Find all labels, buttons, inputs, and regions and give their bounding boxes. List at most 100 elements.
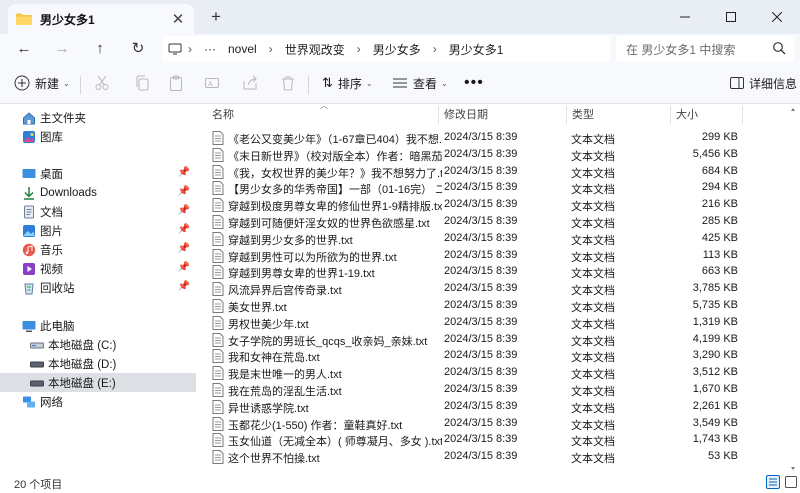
folder-icon — [16, 13, 32, 25]
overflow-crumbs-button[interactable]: ··· — [204, 42, 216, 56]
pin-icon[interactable]: 📌 — [178, 186, 190, 197]
breadcrumb-item[interactable]: 男少女多 — [373, 41, 421, 58]
paste-button[interactable] — [168, 72, 184, 94]
file-name: 这个世界不怕操.txt — [228, 453, 320, 466]
details-pane-button[interactable]: 详细信息 — [730, 72, 797, 94]
sidebar-item-pictures[interactable]: 图片 📌 — [0, 221, 196, 240]
drive-icon — [30, 380, 44, 386]
file-row[interactable]: 风流异界后宫传奇录.txt 2024/3/15 8:39 文本文档 3,785 KB — [206, 281, 770, 298]
sidebar-item-videos[interactable]: 视频 📌 — [0, 259, 196, 278]
pin-icon[interactable]: 📌 — [178, 167, 190, 178]
file-row[interactable]: 穿越到男性可以为所欲为的世界.txt 2024/3/15 8:39 文本文档 113 … — [206, 248, 770, 265]
file-type: 文本文档 — [571, 369, 615, 382]
rename-button[interactable]: A — [204, 72, 220, 94]
file-row[interactable]: 男权世美少年.txt 2024/3/15 8:39 文本文档 1,319 KB — [206, 315, 770, 332]
text-file-icon — [212, 131, 224, 145]
search-input[interactable]: 在 男少女多1 中搜索 — [616, 36, 794, 62]
file-row[interactable]: 玉都花少(1-550) 作者：童鞋真好.txt 2024/3/15 8:39 文本文… — [206, 416, 770, 433]
file-row[interactable]: 这个世界不怕操.txt 2024/3/15 8:39 文本文档 53 KB — [206, 449, 770, 466]
file-row[interactable]: 我在荒岛的淫乱生活.txt 2024/3/15 8:39 文本文档 1,670 KB — [206, 382, 770, 399]
file-row[interactable]: 穿越到极度男尊女卑的修仙世界1-9精排版.txt 2024/3/15 8:39 文本… — [206, 197, 770, 214]
sidebar-item-label: 本地磁盘 (C:) — [48, 339, 117, 352]
sidebar-item-drive-c[interactable]: 本地磁盘 (C:) — [0, 335, 196, 354]
file-size: 216 KB — [701, 198, 738, 211]
file-row[interactable]: 穿越到男少女多的世界.txt 2024/3/15 8:39 文本文档 425 KB — [206, 231, 770, 248]
pin-icon[interactable]: 📌 — [178, 262, 190, 273]
sidebar-item-label: 回收站 — [40, 282, 75, 295]
file-type: 文本文档 — [571, 285, 615, 298]
pin-icon[interactable]: 📌 — [178, 243, 190, 254]
column-divider[interactable] — [742, 106, 743, 124]
sidebar-item-desktop[interactable]: 桌面 📌 — [0, 164, 196, 183]
column-header-date[interactable]: 修改日期 — [438, 104, 566, 126]
sidebar-item-drive-e[interactable]: 本地磁盘 (E:) — [0, 373, 196, 392]
copy-button[interactable] — [134, 72, 150, 94]
file-row[interactable]: 我是末世唯一的男人.txt 2024/3/15 8:39 文本文档 3,512 KB — [206, 365, 770, 382]
new-tab-button[interactable]: + — [206, 7, 226, 27]
new-button[interactable]: 新建 ⌄ — [14, 72, 70, 94]
file-row[interactable]: 穿越到男尊女卑的世界1-19.txt 2024/3/15 8:39 文本文档 663 … — [206, 264, 770, 281]
sidebar-item-gallery[interactable]: 图库 — [0, 127, 196, 146]
sidebar-item-drive-d[interactable]: 本地磁盘 (D:) — [0, 354, 196, 373]
this-pc-icon — [168, 43, 182, 55]
back-button[interactable]: ← — [12, 39, 36, 59]
maximize-button[interactable] — [708, 0, 754, 34]
sidebar-item-network[interactable]: 网络 — [0, 392, 196, 411]
file-date: 2024/3/15 8:39 — [444, 248, 518, 261]
file-name: 穿越到可随便奸淫女奴的世界色欲感星.txt — [228, 218, 430, 230]
scroll-down-icon[interactable] — [791, 467, 795, 470]
breadcrumb-item[interactable]: novel — [228, 42, 257, 56]
sort-button[interactable]: ⇅ 排序 ⌄ — [322, 72, 373, 94]
chevron-down-icon: ⌄ — [365, 78, 373, 88]
file-size: 425 KB — [701, 231, 738, 244]
pin-icon[interactable]: 📌 — [178, 224, 190, 235]
tab-current-folder[interactable]: 男少女多1 ✕ — [8, 4, 194, 34]
pin-icon[interactable]: 📌 — [178, 281, 190, 292]
up-button[interactable]: ↑ — [88, 39, 112, 59]
delete-button[interactable] — [280, 72, 296, 94]
column-header-name[interactable]: 名称 — [206, 104, 438, 126]
file-type: 文本文档 — [571, 134, 615, 146]
refresh-button[interactable]: ↻ — [126, 39, 150, 59]
file-row[interactable]: 《老公又变美少年》（1-67章已404）我不想... 2024/3/15 8:39… — [206, 130, 770, 147]
tiles-view-button[interactable] — [784, 475, 798, 489]
column-header-size[interactable]: 大小 — [670, 104, 742, 126]
details-view-button[interactable] — [766, 475, 780, 489]
forward-button[interactable]: → — [50, 39, 74, 59]
more-options-button[interactable]: ••• — [464, 72, 484, 94]
file-row[interactable]: 美女世界.txt 2024/3/15 8:39 文本文档 5,735 KB — [206, 298, 770, 315]
scroll-up-icon[interactable] — [791, 108, 795, 111]
file-name: 我是末世唯一的男人.txt — [228, 369, 342, 382]
sidebar-item-documents[interactable]: 文档 📌 — [0, 202, 196, 221]
breadcrumb-item[interactable]: 男少女多1 — [449, 41, 504, 58]
sidebar-item-home[interactable]: 主文件夹 — [0, 108, 196, 127]
file-row[interactable]: 异世诱惑学院.txt 2024/3/15 8:39 文本文档 2,261 KB — [206, 399, 770, 416]
sidebar-item-downloads[interactable]: Downloads 📌 — [0, 183, 196, 202]
sidebar-item-music[interactable]: 音乐 📌 — [0, 240, 196, 259]
sidebar-item-recycle-bin[interactable]: 回收站 📌 — [0, 278, 196, 297]
maximize-icon — [726, 12, 736, 22]
view-button[interactable]: 查看 ⌄ — [392, 72, 448, 94]
rename-icon: A — [205, 78, 219, 88]
file-row[interactable]: 《末日新世界》（校对版全本）作者：暗黑茄子... 2024/3/15 8:39 文本… — [206, 147, 770, 164]
minimize-button[interactable] — [662, 0, 708, 34]
address-bar[interactable]: › ··· novel › 世界观改变 › 男少女多 › 男少女多1 — [162, 36, 610, 62]
file-row[interactable]: 《我，女权世界的美少年？》我不想努力了.txt 2024/3/15 8:39 文本文… — [206, 164, 770, 181]
file-row[interactable]: 女子学院的男班长_qcqs_收亲妈_亲妹.txt 2024/3/15 8:39 文本… — [206, 332, 770, 349]
close-button[interactable] — [754, 0, 800, 34]
share-button[interactable] — [242, 72, 258, 94]
sidebar-item-this-pc[interactable]: 此电脑 — [0, 316, 196, 335]
cut-button[interactable] — [94, 72, 110, 94]
tab-close-icon[interactable]: ✕ — [170, 10, 186, 28]
file-row[interactable]: 我和女神在荒岛.txt 2024/3/15 8:39 文本文档 3,290 KB — [206, 348, 770, 365]
pin-icon[interactable]: 📌 — [178, 205, 190, 216]
vertical-scrollbar[interactable] — [790, 106, 796, 472]
file-name: 风流异界后宫传奇录.txt — [228, 285, 342, 298]
breadcrumb-item[interactable]: 世界观改变 — [285, 41, 345, 58]
column-header-type[interactable]: 类型 — [566, 104, 670, 126]
file-row[interactable]: 【男少女多的华秀帝国】一部（01-16完） 二... 2024/3/15 8:39… — [206, 180, 770, 197]
file-row[interactable]: 穿越到可随便奸淫女奴的世界色欲感星.txt 2024/3/15 8:39 文本文档 2… — [206, 214, 770, 231]
file-date: 2024/3/15 8:39 — [444, 265, 518, 278]
search-placeholder: 在 男少女多1 中搜索 — [626, 42, 736, 57]
file-row[interactable]: 玉女仙道（无减全本）( 师尊凝月、多女 ).txt 2024/3/15 8:39 文… — [206, 432, 770, 449]
